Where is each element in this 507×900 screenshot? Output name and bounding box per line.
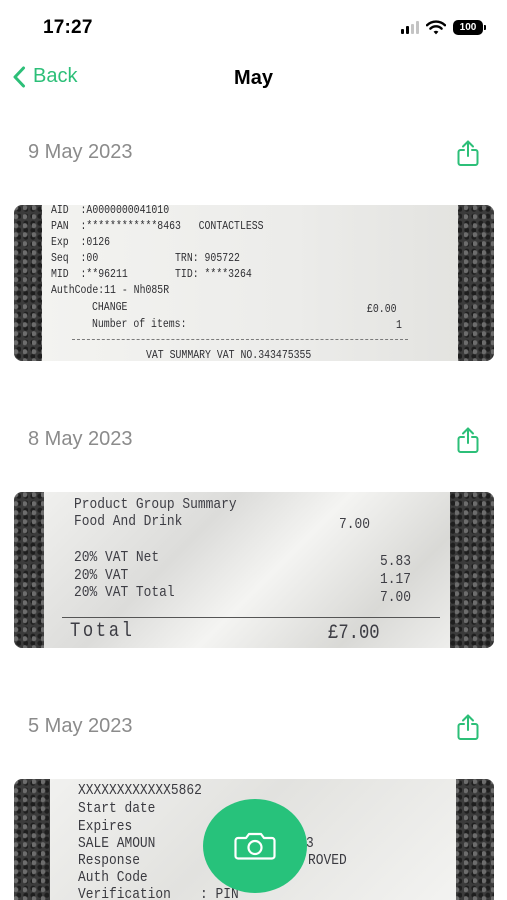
receipt-line: 3 bbox=[306, 835, 314, 852]
status-icons: 100 bbox=[401, 20, 486, 35]
receipt-line: Seq :00 TRN: 905722 bbox=[51, 251, 240, 265]
entry-date: 5 May 2023 bbox=[28, 715, 133, 737]
camera-button[interactable] bbox=[203, 799, 307, 893]
receipt-divider bbox=[62, 617, 440, 618]
receipt-line: 7.00 bbox=[380, 589, 411, 606]
receipt-image[interactable]: AID :A0000000041010 PAN :************846… bbox=[14, 205, 494, 361]
share-icon[interactable] bbox=[456, 713, 480, 741]
entry-date: 9 May 2023 bbox=[28, 141, 133, 163]
receipt-line: Number of items: bbox=[92, 317, 187, 331]
receipt-line: XXXXXXXXXXXX5862 bbox=[78, 782, 202, 799]
receipt-line: £0.00 bbox=[367, 302, 397, 316]
receipt-line: Start date bbox=[78, 800, 156, 817]
share-icon[interactable] bbox=[456, 139, 480, 167]
receipt-line: 1.17 bbox=[380, 571, 411, 588]
status-bar: 17:27 100 bbox=[0, 0, 507, 56]
receipt-image[interactable]: Product Group Summary Food And Drink 7.0… bbox=[14, 492, 494, 648]
receipt-line: Response bbox=[78, 852, 140, 869]
page-title: May bbox=[234, 67, 273, 89]
receipt-line: 20% VAT bbox=[74, 567, 129, 584]
receipt-line: Exp :0126 bbox=[51, 235, 111, 249]
receipt-line: Product Group Summary bbox=[74, 496, 237, 513]
receipt-line: Total bbox=[70, 620, 135, 643]
receipt-line: AuthCode:11 - Nh085R bbox=[51, 283, 170, 297]
wifi-icon bbox=[426, 20, 446, 35]
entry-date: 8 May 2023 bbox=[28, 428, 133, 450]
cellular-signal-icon bbox=[401, 21, 419, 34]
receipt-paper: AID :A0000000041010 PAN :************846… bbox=[42, 205, 458, 361]
receipt-line: MID :**96211 TID: ****3264 bbox=[51, 267, 252, 281]
receipt-divider bbox=[72, 339, 408, 340]
receipt-line: 20% VAT Net bbox=[74, 549, 160, 566]
battery-icon: 100 bbox=[453, 20, 486, 35]
receipt-line: SALE AMOUN bbox=[78, 835, 156, 852]
receipt-line: 20% VAT Total bbox=[74, 584, 175, 601]
receipt-line: ROVED bbox=[308, 852, 347, 869]
receipt-line: 5.83 bbox=[380, 553, 411, 570]
camera-icon bbox=[234, 832, 276, 860]
status-time: 17:27 bbox=[43, 17, 93, 38]
receipt-line: Expires bbox=[78, 818, 133, 835]
receipt-line: 7.00 bbox=[339, 516, 370, 533]
receipt-line: PAN :************8463 CONTACTLESS bbox=[51, 219, 264, 233]
receipt-line: £7.00 bbox=[328, 622, 380, 645]
receipt-line: Auth Code bbox=[78, 869, 148, 886]
receipt-line: 1 bbox=[396, 318, 402, 332]
share-icon[interactable] bbox=[456, 426, 480, 454]
receipt-line: Food And Drink bbox=[74, 513, 183, 530]
receipt-line: AID :A0000000041010 bbox=[51, 205, 170, 217]
navigation-bar: Back May bbox=[0, 56, 507, 104]
receipt-line: CHANGE bbox=[92, 300, 128, 314]
receipt-paper: Product Group Summary Food And Drink 7.0… bbox=[44, 492, 450, 648]
receipt-line: Verification bbox=[78, 886, 171, 900]
receipt-line: VAT SUMMARY VAT NO.343475355 bbox=[146, 348, 312, 361]
